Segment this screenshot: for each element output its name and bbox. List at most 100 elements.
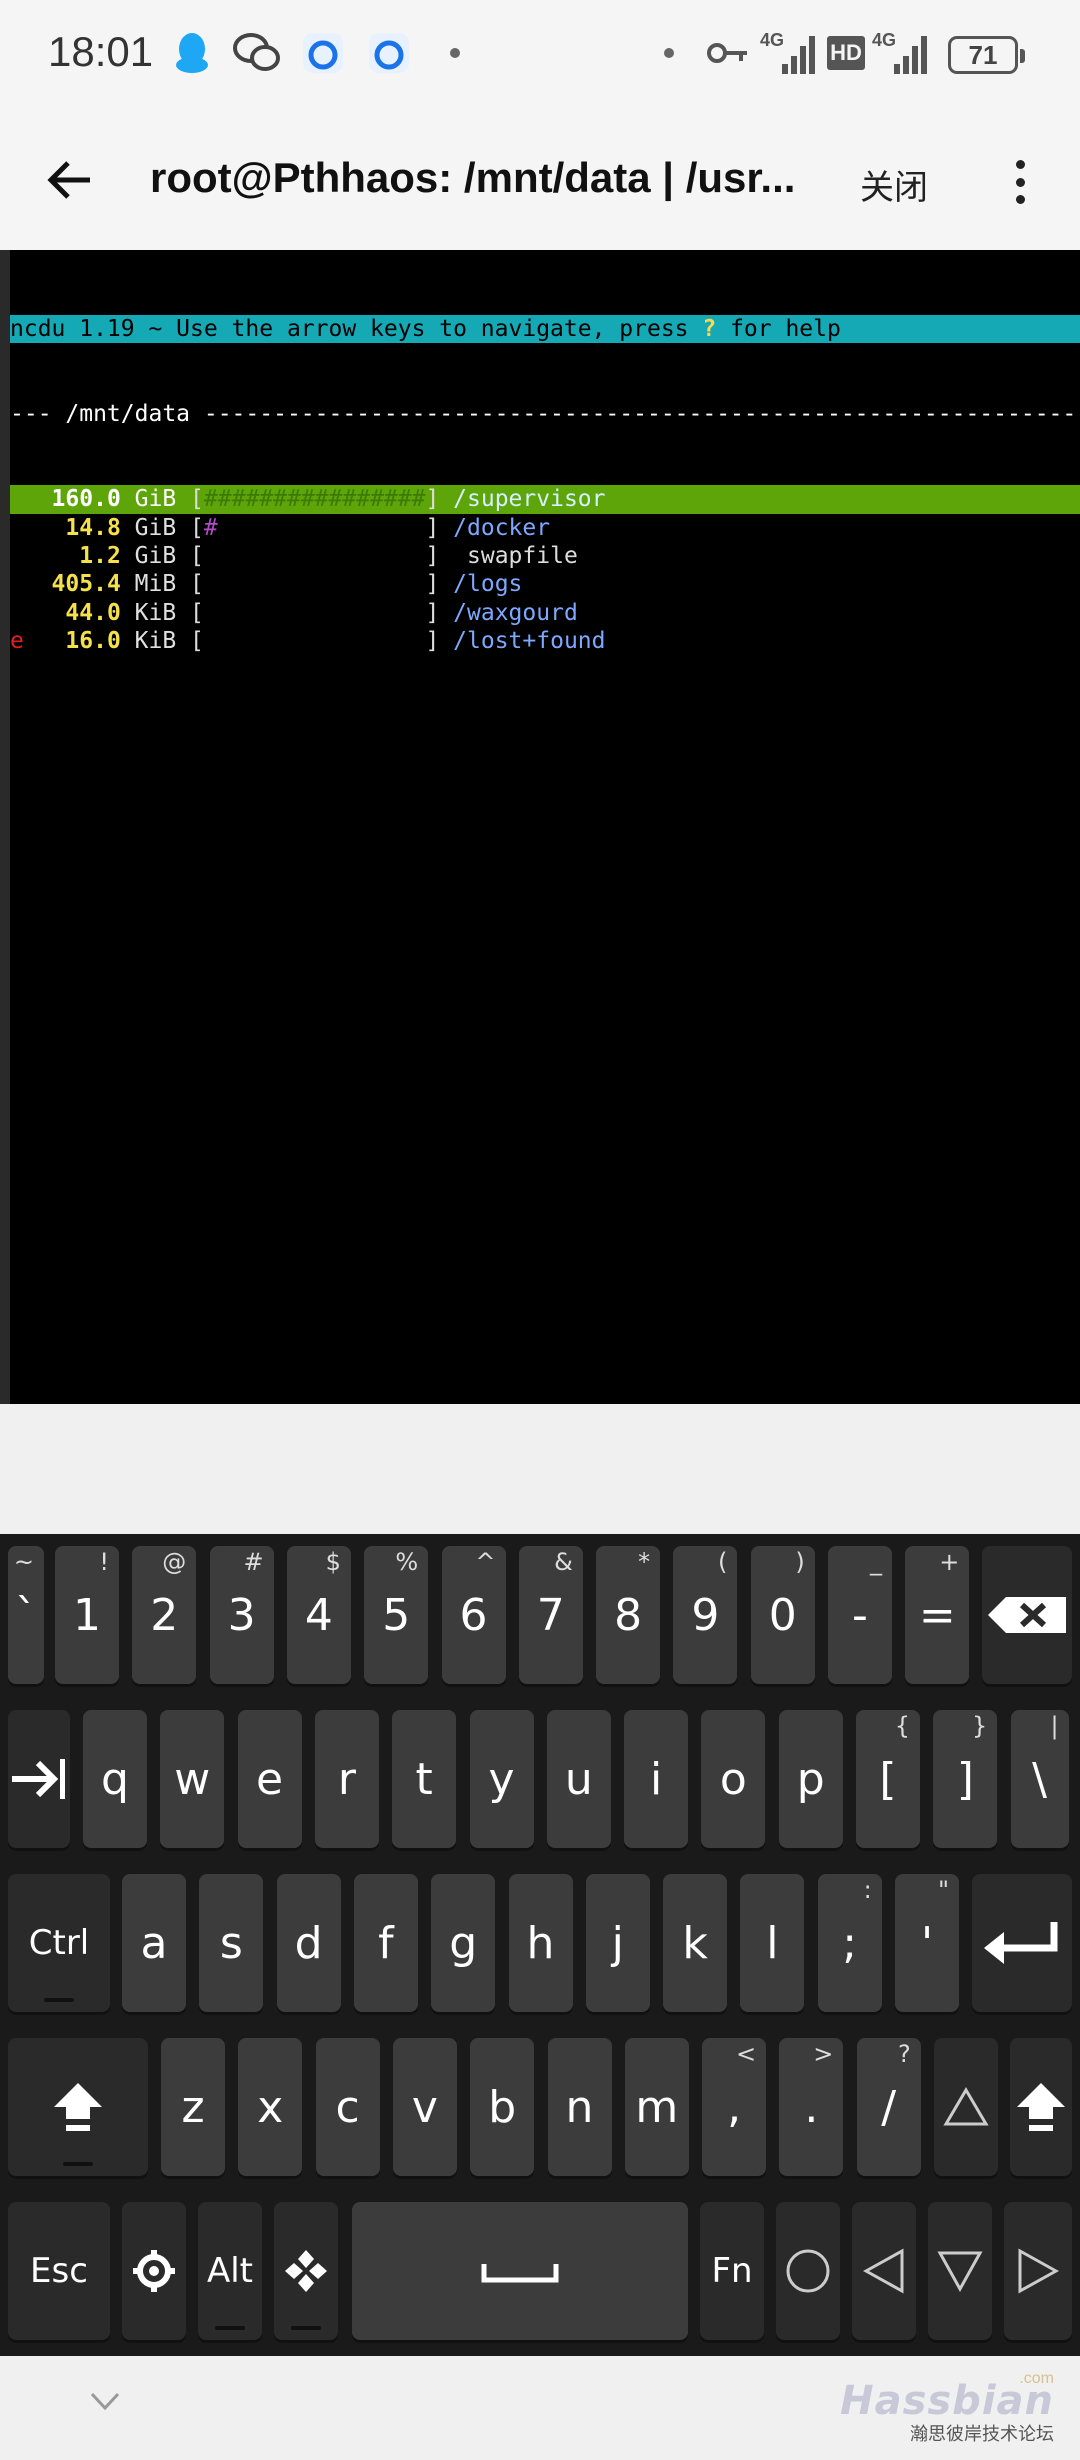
shift-key[interactable] — [8, 2038, 148, 2176]
key-label: f — [378, 1917, 394, 1969]
key-char[interactable]: v — [392, 2038, 457, 2176]
entry-close: ] — [425, 486, 454, 513]
key-char[interactable]: - _ — [828, 1546, 892, 1684]
entry-name: /logs — [453, 571, 523, 598]
overflow-menu-button[interactable] — [1000, 152, 1040, 212]
shift-icon — [1015, 2081, 1067, 2133]
esc-key[interactable]: Esc — [8, 2202, 110, 2340]
key-toggle-indicator — [63, 2162, 93, 2166]
chevron-down-icon — [90, 2392, 120, 2411]
ncdu-entry-row[interactable]: 160.0 GiB [################] /supervisor — [10, 485, 1080, 514]
keyboard-spacer — [0, 1404, 1080, 1534]
ncdu-entry-row[interactable]: 1.2 GiB [ ] swapfile — [10, 542, 1080, 570]
key-char[interactable]: k — [663, 1874, 728, 2012]
key-char[interactable]: c — [315, 2038, 380, 2176]
key-char[interactable]: 4 $ — [286, 1546, 351, 1684]
key-char[interactable]: m — [624, 2038, 689, 2176]
key-char[interactable]: o — [701, 1710, 766, 1848]
key-char[interactable]: 3 # — [209, 1546, 274, 1684]
key-char[interactable]: g — [431, 1874, 496, 2012]
key-char[interactable]: = + — [905, 1546, 970, 1684]
entry-bar — [204, 543, 426, 569]
key-char[interactable]: 8 * — [596, 1546, 661, 1684]
key-char[interactable]: h — [508, 1874, 573, 2012]
space-key[interactable] — [352, 2202, 688, 2340]
terminal-view[interactable]: ncdu 1.19 ~ Use the arrow keys to naviga… — [0, 250, 1080, 1404]
key-sublabel: ) — [795, 1548, 805, 1576]
alt-key[interactable]: Alt — [198, 2202, 262, 2340]
key-char[interactable]: j — [585, 1874, 650, 2012]
backspace-key[interactable] — [982, 1546, 1072, 1684]
hide-keyboard-button[interactable] — [88, 2384, 122, 2418]
key-char[interactable]: q — [83, 1710, 147, 1848]
key-char[interactable]: ]} — [933, 1710, 998, 1848]
key-char[interactable]: u — [546, 1710, 611, 1848]
tab-key[interactable] — [8, 1710, 70, 1848]
key-char[interactable]: z — [161, 2038, 225, 2176]
arrow-right-key[interactable] — [1004, 2202, 1072, 2340]
key-label: ] — [956, 1753, 974, 1805]
key-char[interactable]: r — [314, 1710, 379, 1848]
key-char[interactable]: b — [470, 2038, 535, 2176]
key-char[interactable]: /? — [856, 2038, 921, 2176]
tab-icon — [10, 1755, 68, 1803]
key-char[interactable]: 6 ^ — [441, 1546, 506, 1684]
key-char[interactable]: , < — [702, 2038, 767, 2176]
key-char[interactable]: 7 & — [518, 1546, 583, 1684]
key-char[interactable]: 0) — [750, 1546, 815, 1684]
ncdu-entry-row[interactable]: 14.8 GiB [# ] /docker — [10, 514, 1080, 542]
key-char[interactable]: x — [238, 2038, 303, 2176]
key-char[interactable]: n — [547, 2038, 612, 2176]
enter-key[interactable] — [972, 1874, 1072, 2012]
ncdu-entry-row[interactable]: 405.4 MiB [ ] /logs — [10, 570, 1080, 598]
dpad-key[interactable] — [274, 2202, 338, 2340]
key-char[interactable]: . > — [779, 2038, 844, 2176]
key-label: 1 — [73, 1589, 101, 1641]
back-button[interactable] — [40, 150, 100, 210]
ctrl-key[interactable]: Ctrl — [8, 1874, 110, 2012]
key-backtick[interactable]: ` ~ — [8, 1546, 44, 1684]
key-toggle-indicator — [215, 2326, 245, 2330]
hd-icon: HD — [827, 28, 865, 78]
key-char[interactable]: i — [624, 1710, 689, 1848]
key-char[interactable]: a — [122, 1874, 186, 2012]
settings-key[interactable] — [122, 2202, 186, 2340]
key-char[interactable]: y — [469, 1710, 534, 1848]
backspace-icon — [986, 1595, 1068, 1635]
key-char[interactable]: ;: — [817, 1874, 882, 2012]
key-char[interactable]: ' " — [895, 1874, 959, 2012]
arrow-left-key[interactable] — [852, 2202, 916, 2340]
key-sublabel: < — [735, 2040, 757, 2068]
key-char[interactable]: p — [778, 1710, 843, 1848]
key-label: l — [766, 1917, 779, 1969]
key-char[interactable]: \ | — [1010, 1710, 1069, 1848]
key-char[interactable]: t — [392, 1710, 457, 1848]
ncdu-entry-row[interactable]: e 16.0 KiB [ ] /lost+found — [10, 627, 1080, 655]
arrow-down-key[interactable] — [928, 2202, 992, 2340]
key-char[interactable]: s — [199, 1874, 264, 2012]
fn-key[interactable]: Fn — [700, 2202, 764, 2340]
key-char[interactable]: d — [276, 1874, 341, 2012]
key-char[interactable]: l — [740, 1874, 805, 2012]
key-toggle-indicator — [44, 1998, 74, 2002]
key-char[interactable]: f — [353, 1874, 418, 2012]
triangle-right-icon — [1017, 2248, 1059, 2294]
close-button[interactable]: 关闭 — [860, 160, 928, 209]
home-key[interactable] — [776, 2202, 840, 2340]
entry-flag — [10, 571, 24, 597]
key-char[interactable]: 2 @ — [132, 1546, 197, 1684]
entry-flag — [10, 515, 24, 541]
space-icon — [480, 2256, 560, 2286]
entry-unit: GiB — [120, 543, 191, 569]
entry-size: 16.0 — [23, 628, 121, 655]
key-char[interactable]: e — [237, 1710, 302, 1848]
arrow-up-key[interactable] — [934, 2038, 998, 2176]
key-char[interactable]: w — [160, 1710, 225, 1848]
key-char[interactable]: 5% — [364, 1546, 429, 1684]
shift-right-key[interactable] — [1010, 2038, 1072, 2176]
key-char[interactable]: 9( — [673, 1546, 738, 1684]
key-char[interactable]: [{ — [856, 1710, 920, 1848]
key-label: 5 — [382, 1589, 411, 1641]
key-char[interactable]: 1! — [55, 1546, 119, 1684]
ncdu-entry-row[interactable]: 44.0 KiB [ ] /waxgourd — [10, 599, 1080, 627]
